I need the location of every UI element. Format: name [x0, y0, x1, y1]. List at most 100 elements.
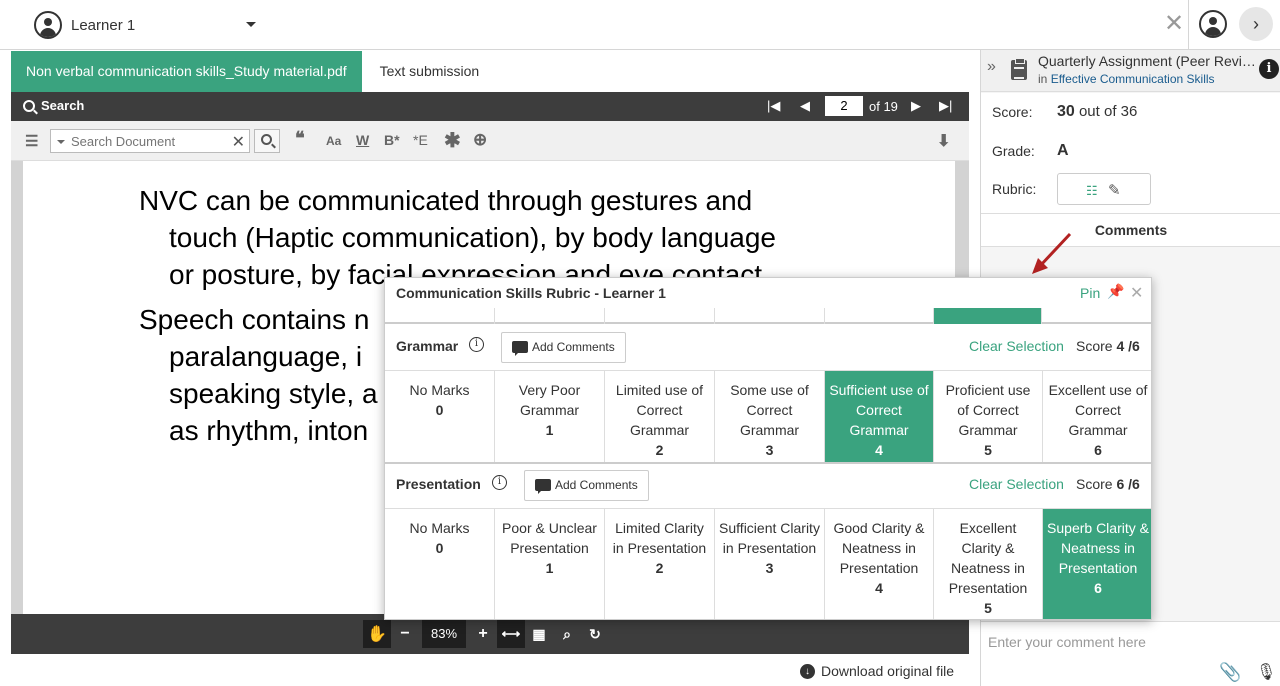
bold-icon[interactable]: B*	[384, 132, 400, 148]
last-page-icon[interactable]: ▶|	[939, 98, 952, 114]
first-page-icon[interactable]: |◀	[767, 98, 780, 114]
fit-width-icon[interactable]: ⟷	[497, 620, 525, 648]
word-icon[interactable]: W	[356, 132, 369, 148]
pin-icon[interactable]: 📌	[1107, 283, 1124, 300]
level-cell-selected[interactable]	[934, 308, 1042, 324]
search-document-input[interactable]	[71, 132, 229, 150]
tab-study-material[interactable]: Non verbal communication skills_Study ma…	[11, 51, 362, 92]
profile-avatar-icon[interactable]	[1199, 10, 1227, 38]
criterion-info-icon[interactable]: i	[492, 475, 507, 490]
level-cell[interactable]	[1042, 308, 1151, 324]
rubric-level-label: Very Poor Grammar	[518, 382, 581, 418]
close-popup-icon[interactable]: ✕	[1130, 283, 1143, 303]
pan-hand-icon[interactable]: ✋	[363, 620, 391, 648]
rubric-level[interactable]: Excellent Clarity & Neatness in Presenta…	[934, 509, 1043, 619]
chevron-down-icon[interactable]	[246, 22, 256, 27]
tab-text-submission[interactable]: Text submission	[362, 51, 498, 92]
target-icon[interactable]: ⊕	[473, 130, 487, 150]
download-icon[interactable]: ⬇	[937, 131, 950, 151]
rubric-level[interactable]: Limited use of Correct Grammar 2	[605, 371, 715, 463]
next-learner-button[interactable]: ›	[1239, 7, 1273, 41]
rubric-label: Rubric:	[992, 181, 1037, 197]
rubric-level-points: 0	[435, 540, 444, 556]
search-document-field[interactable]: ✕	[50, 129, 250, 153]
rubric-level[interactable]: Limited Clarity in Presentation 2	[605, 509, 715, 619]
criterion-grammar-levels: No Marks 0 Very Poor Grammar 1 Limited use o…	[385, 370, 1151, 463]
rubric-level-label: Sufficient Clarity in Presentation	[719, 520, 820, 556]
download-original-link[interactable]: ↓ Download original file	[800, 663, 954, 679]
rubric-level-label: Poor & Unclear Presentation	[502, 520, 597, 556]
rubric-level[interactable]: No Marks 0	[385, 509, 495, 619]
submission-tabs: Non verbal communication skills_Study ma…	[11, 51, 497, 92]
comment-composer[interactable]: Enter your comment here 📎 🎙	[981, 621, 1280, 686]
rubric-level-label: No Marks	[409, 382, 470, 398]
rubric-level[interactable]: Some use of Correct Grammar 3	[715, 371, 825, 463]
clear-selection-link[interactable]: Clear Selection	[969, 338, 1064, 354]
rubric-level[interactable]: No Marks 0	[385, 371, 495, 463]
add-comments-button[interactable]: Add Comments	[501, 332, 626, 363]
attachment-icon[interactable]: 📎	[1219, 662, 1241, 683]
criterion-info-icon[interactable]: i	[469, 337, 484, 352]
comment-icon	[535, 479, 551, 494]
search-submit-button[interactable]	[254, 129, 280, 153]
sliders-icon: ☷	[1086, 183, 1098, 198]
rubric-level[interactable]: Very Poor Grammar 1	[495, 371, 605, 463]
quote-icon[interactable]: ❝	[295, 128, 305, 149]
info-icon[interactable]: i	[1259, 59, 1279, 79]
score-summary: Score: 30 out of 36 Grade: A Rubric: ☷ ✎	[981, 93, 1280, 213]
page-number-input[interactable]: 2	[825, 96, 863, 116]
pencil-icon: ✎	[1108, 182, 1121, 199]
emphasis-icon[interactable]: *E	[413, 132, 428, 148]
level-cell[interactable]	[495, 308, 605, 324]
zoom-level[interactable]: 83%	[422, 620, 466, 648]
level-cell[interactable]	[715, 308, 825, 324]
rubric-level[interactable]: Proficient use of Correct Grammar 5	[934, 371, 1043, 463]
rubric-level-points: 2	[655, 560, 664, 576]
rubric-level-points: 5	[984, 442, 992, 458]
rubric-level[interactable]: Excellent use of Correct Grammar 6	[1043, 371, 1151, 463]
score-number: 30	[1057, 103, 1075, 120]
assignment-course: in Effective Communication Skills	[1038, 72, 1215, 86]
page-count: of 19	[869, 99, 898, 114]
rotate-icon[interactable]: ↻	[581, 620, 609, 648]
doc-line: Speech contains n	[139, 304, 370, 335]
zoom-out-icon[interactable]: −	[391, 620, 419, 648]
comment-input[interactable]: Enter your comment here	[988, 634, 1146, 650]
clear-search-icon[interactable]: ✕	[232, 132, 245, 152]
close-icon[interactable]: ✕	[1164, 12, 1184, 36]
pin-button[interactable]: Pin	[1080, 285, 1100, 301]
zoom-in-icon[interactable]: +	[469, 620, 497, 648]
asterisk-icon[interactable]: ✱	[444, 128, 461, 153]
add-comments-button[interactable]: Add Comments	[524, 470, 649, 501]
learner-selector[interactable]: Learner 1	[34, 10, 135, 40]
user-avatar-icon	[34, 11, 62, 39]
search-toggle[interactable]: Search	[23, 98, 84, 113]
level-cell[interactable]	[825, 308, 934, 324]
next-page-icon[interactable]: ▶	[911, 98, 921, 114]
zoom-controls: ✋ − 83% + ⟷ ▦ ⌕ ↻	[363, 620, 609, 648]
collapse-panel-icon[interactable]: »	[987, 58, 996, 76]
rubric-level-points: 1	[545, 560, 554, 576]
in-prefix: in	[1038, 72, 1048, 86]
rubric-level[interactable]: Sufficient Clarity in Presentation 3	[715, 509, 825, 619]
add-comments-label: Add Comments	[532, 340, 615, 354]
course-link[interactable]: Effective Communication Skills	[1051, 72, 1215, 86]
microphone-icon[interactable]: 🎙	[1256, 662, 1276, 682]
comments-tab[interactable]: Comments	[981, 213, 1280, 247]
divider	[1188, 0, 1189, 50]
rubric-level-selected[interactable]: Superb Clarity & Neatness in Presentatio…	[1043, 509, 1151, 619]
clear-selection-link[interactable]: Clear Selection	[969, 476, 1064, 492]
search-options-dropdown-icon[interactable]	[57, 140, 65, 144]
thumbnails-icon[interactable]: ▦	[525, 620, 553, 648]
rubric-level[interactable]: Poor & Unclear Presentation 1	[495, 509, 605, 619]
list-icon[interactable]: ☰	[25, 132, 38, 150]
criterion-presentation-levels: No Marks 0 Poor & Unclear Presentation 1 Lim…	[385, 508, 1151, 619]
rubric-level[interactable]: Good Clarity & Neatness in Presentation 4	[825, 509, 934, 619]
rubric-level-selected[interactable]: Sufficient use of Correct Grammar 4	[825, 371, 934, 463]
rubric-edit-button[interactable]: ☷ ✎	[1057, 173, 1151, 205]
level-cell[interactable]	[385, 308, 495, 324]
level-cell[interactable]	[605, 308, 715, 324]
font-size-icon[interactable]: Aa	[326, 134, 341, 148]
previous-page-icon[interactable]: ◀	[800, 98, 810, 114]
marquee-zoom-icon[interactable]: ⌕	[553, 620, 581, 648]
